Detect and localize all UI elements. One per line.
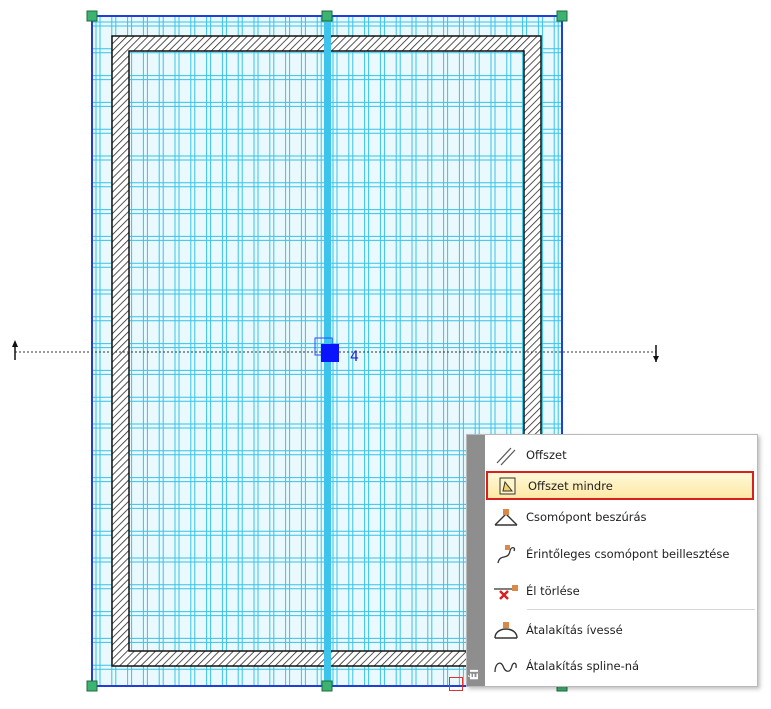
delete-edge-icon (486, 576, 526, 605)
menu-item-convert-spline[interactable]: Átalakítás spline-ná (486, 651, 754, 680)
handle-top-left[interactable] (86, 10, 98, 22)
section-marker-left (12, 340, 18, 360)
handle-bottom-left[interactable] (86, 680, 98, 692)
menu-item-convert-arc[interactable]: Átalakítás ívessé (486, 615, 754, 644)
menu-item-label: Érintőleges csomópont beillesztése (526, 546, 730, 561)
offset-line-icon (486, 440, 526, 469)
selected-node[interactable] (321, 344, 339, 362)
menu-item-label: Csomópont beszúrás (526, 509, 647, 524)
handle-top-mid[interactable] (321, 10, 333, 22)
menu-item-delete-edge[interactable]: Él törlése (486, 576, 754, 605)
menu-item-offset[interactable]: Offszet (486, 440, 754, 469)
convert-arc-icon (486, 615, 526, 644)
menu-side-strip: Él (467, 435, 485, 686)
offset-all-icon (488, 471, 528, 500)
menu-item-label: Offszet mindre (528, 478, 613, 493)
menu-item-label: Offszet (526, 447, 567, 462)
menu-item-tangent-node[interactable]: Érintőleges csomópont beillesztése (486, 539, 754, 568)
menu-item-label: Átalakítás spline-ná (526, 658, 640, 673)
menu-item-label: Él törlése (526, 583, 580, 598)
menu-item-insert-node[interactable]: Csomópont beszúrás (486, 502, 754, 531)
menu-separator (527, 609, 755, 610)
node-number-label: 4 (350, 349, 359, 365)
convert-spline-icon (486, 651, 526, 680)
insert-node-icon (486, 502, 526, 531)
menu-item-offset-all[interactable]: Offszet mindre (486, 471, 754, 500)
section-marker-right (653, 345, 659, 362)
edge-pick-marker (449, 677, 463, 691)
handle-top-right[interactable] (556, 10, 568, 22)
edge-context-menu: Él Offszet Offszet mindre Csomópont besz… (466, 434, 758, 687)
menu-item-label: Átalakítás ívessé (526, 622, 623, 637)
menu-side-label: Él (468, 668, 481, 680)
handle-bottom-mid[interactable] (321, 680, 333, 692)
tangent-node-icon (486, 539, 526, 568)
